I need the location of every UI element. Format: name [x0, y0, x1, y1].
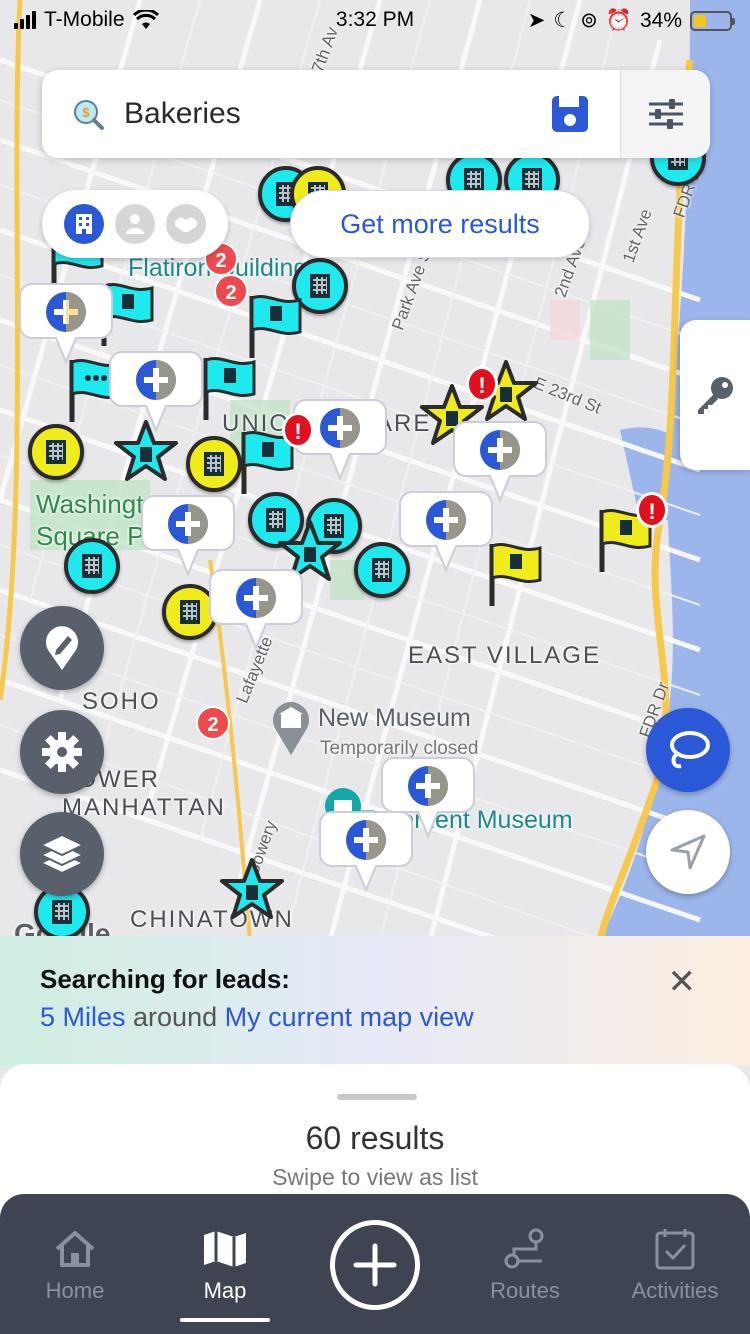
route-icon: [504, 1228, 544, 1269]
label-east-village: EAST VILLAGE: [408, 642, 601, 669]
svg-text:$: $: [82, 105, 90, 120]
tab-activities[interactable]: Activities: [600, 1224, 750, 1304]
person-icon[interactable]: [114, 204, 155, 244]
tab-home-label: Home: [45, 1278, 105, 1303]
alert-icon: !: [466, 366, 498, 402]
flagged-lead-pin[interactable]: [198, 354, 258, 424]
map-icon: [204, 1231, 246, 1267]
museum-marker-icon[interactable]: [270, 700, 312, 756]
add-lead-bubble[interactable]: [108, 350, 204, 434]
add-lead-bubble[interactable]: [398, 490, 494, 574]
banner-title: Searching for leads:: [40, 964, 290, 994]
gear-icon: [42, 732, 82, 772]
add-button[interactable]: [330, 1220, 420, 1310]
lead-type-toggle[interactable]: [42, 190, 228, 258]
add-lead-bubble[interactable]: [318, 810, 414, 894]
add-lead-bubble[interactable]: [140, 494, 236, 578]
plus-icon: [353, 1243, 397, 1287]
location-arrow-icon: ➤: [527, 9, 546, 32]
starred-lead-pin[interactable]: [220, 858, 284, 920]
home-icon: [55, 1231, 95, 1267]
my-location-button[interactable]: [646, 810, 730, 894]
cluster-badge[interactable]: 2: [214, 274, 248, 308]
results-count: 60 results: [305, 1120, 445, 1156]
key-icon: [698, 377, 733, 414]
settings-button[interactable]: [20, 710, 104, 794]
banner-scope: 5 Miles around My current map view: [40, 1002, 474, 1033]
navigation-arrow-icon: [670, 834, 706, 870]
building-icon[interactable]: [63, 204, 104, 244]
flagged-lead-pin[interactable]: [244, 292, 304, 362]
lasso-icon: [670, 731, 710, 769]
alert-icon: !: [636, 492, 668, 528]
rotation-lock-icon: ⊚: [580, 9, 598, 32]
legend-key-button[interactable]: [680, 320, 750, 470]
search-bar[interactable]: $ Bakeries: [42, 70, 710, 158]
search-status-banner: Searching for leads: 5 Miles around My c…: [0, 936, 750, 1066]
sliders-icon: [648, 99, 683, 129]
tab-routes-label: Routes: [490, 1278, 560, 1303]
add-lead-bubble[interactable]: [18, 282, 114, 366]
tab-home[interactable]: Home: [0, 1224, 150, 1304]
lasso-button[interactable]: [646, 708, 730, 792]
lead-pin[interactable]: [28, 424, 84, 480]
tab-routes[interactable]: Routes: [450, 1224, 600, 1304]
edit-territory-button[interactable]: [20, 606, 104, 690]
handshake-icon[interactable]: [166, 204, 207, 244]
search-dollar-icon: $: [74, 100, 104, 130]
battery-icon: [690, 10, 735, 31]
get-more-results-button[interactable]: Get more results: [290, 190, 590, 258]
distance-link[interactable]: 5 Miles: [40, 1002, 126, 1032]
lead-pin[interactable]: [186, 436, 242, 492]
alarm-icon: ⏰: [605, 8, 632, 32]
floppy-save-icon[interactable]: [550, 94, 590, 134]
moon-icon: ☾: [553, 9, 573, 32]
battery-percent: 34%: [639, 8, 682, 32]
status-bar: T-Mobile 3:32 PM ➤ ☾ ⊚ ⏰ 34%: [0, 0, 750, 44]
filter-button[interactable]: [620, 70, 710, 158]
tab-map[interactable]: Map: [150, 1224, 300, 1322]
search-query[interactable]: Bakeries: [124, 97, 550, 131]
label-new-museum: New Museum: [318, 704, 471, 732]
banner-around: around: [125, 1002, 225, 1032]
add-lead-bubble[interactable]: [208, 568, 304, 652]
label-soho: SOHO: [82, 688, 161, 715]
pin-edit-icon: [46, 626, 78, 670]
tab-map-label: Map: [203, 1278, 247, 1303]
lead-pin[interactable]: [64, 538, 120, 594]
sheet-handle[interactable]: [337, 1094, 417, 1100]
tab-activities-label: Activities: [631, 1278, 719, 1303]
area-link[interactable]: My current map view: [225, 1002, 474, 1032]
calendar-check-icon: [655, 1229, 695, 1270]
map-layers-button[interactable]: [20, 812, 104, 896]
layers-icon: [39, 833, 85, 875]
close-icon[interactable]: ✕: [668, 962, 697, 1002]
results-hint: Swipe to view as list: [272, 1164, 478, 1190]
alert-icon: !: [282, 412, 314, 448]
bottom-tab-bar: Home Map Routes Activities: [0, 1194, 750, 1334]
cluster-badge[interactable]: 2: [196, 706, 230, 740]
